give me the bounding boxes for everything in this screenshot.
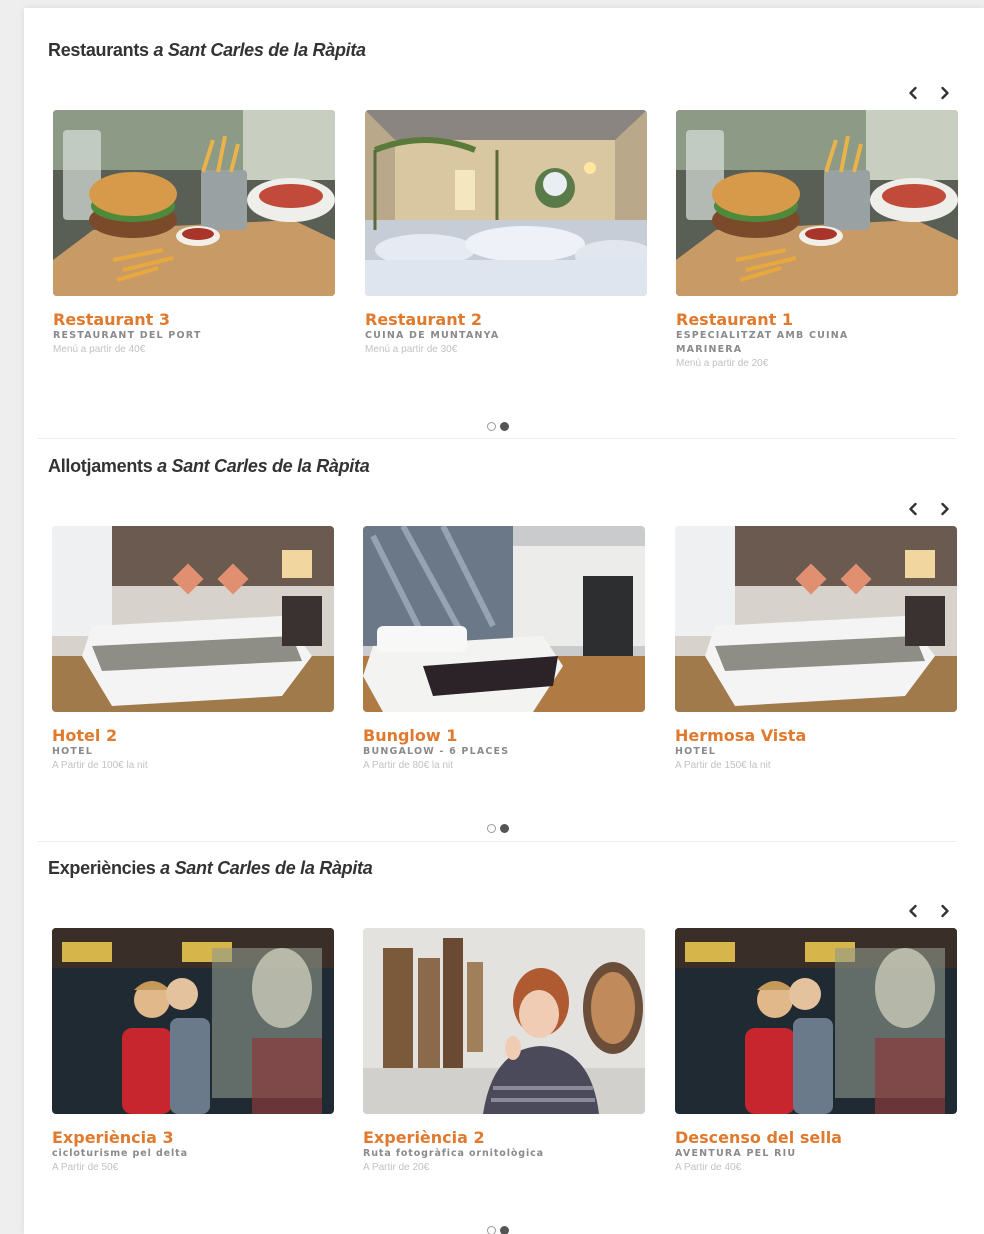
next-button[interactable] xyxy=(936,500,954,518)
carousel-pagination xyxy=(487,422,509,431)
carousel-pagination xyxy=(487,1226,509,1234)
section-title-category: Restaurants xyxy=(48,40,149,60)
restaurant-photo[interactable] xyxy=(53,110,335,296)
section-divider xyxy=(38,438,956,439)
listing-card[interactable]: Restaurant 3 RESTAURANT DEL PORT Menú a … xyxy=(53,110,335,357)
card-type: BUNGALOW - 6 PLACES xyxy=(363,746,510,757)
listings-panel: Restaurants a Sant Carles de la Ràpita R… xyxy=(24,8,984,1234)
pagination-dot-1[interactable] xyxy=(487,422,496,431)
chevron-right-icon xyxy=(941,904,949,918)
card-price: A Partir de 80€ la nit xyxy=(363,760,454,771)
pagination-dot-2[interactable] xyxy=(500,1226,509,1234)
section-title-category: Experiències xyxy=(48,858,156,878)
card-title[interactable]: Restaurant 2 xyxy=(365,310,647,329)
experience-photo[interactable] xyxy=(363,928,645,1114)
next-button[interactable] xyxy=(936,84,954,102)
pagination-dot-2[interactable] xyxy=(500,824,509,833)
chevron-left-icon xyxy=(909,86,917,100)
pagination-dot-1[interactable] xyxy=(487,824,496,833)
card-type: Ruta fotogràfica ornitològica xyxy=(363,1148,544,1159)
card-type: cicloturisme pel delta xyxy=(52,1148,188,1159)
chevron-left-icon xyxy=(909,904,917,918)
listing-card[interactable]: Descenso del sella AVENTURA PEL RIU A Pa… xyxy=(675,928,957,1175)
section-title-location: a Sant Carles de la Ràpita xyxy=(153,40,366,60)
card-price: Menú a partir de 20€ xyxy=(676,358,769,369)
card-title[interactable]: Bunglow 1 xyxy=(363,726,645,745)
section-title: Restaurants a Sant Carles de la Ràpita xyxy=(48,40,366,61)
card-type: HOTEL xyxy=(675,746,717,757)
prev-button[interactable] xyxy=(904,84,922,102)
listing-card[interactable]: Experiència 3 cicloturisme pel delta A P… xyxy=(52,928,334,1175)
listing-card[interactable]: Bunglow 1 BUNGALOW - 6 PLACES A Partir d… xyxy=(363,526,645,773)
card-price: A Partir de 50€ xyxy=(52,1162,119,1173)
listing-card[interactable]: Experiència 2 Ruta fotogràfica ornitològ… xyxy=(363,928,645,1175)
card-price: A Partir de 100€ la nit xyxy=(52,760,148,771)
hotel-photo[interactable] xyxy=(675,526,957,712)
card-title[interactable]: Experiència 3 xyxy=(52,1128,334,1147)
section-title: Allotjaments a Sant Carles de la Ràpita xyxy=(48,456,370,477)
chevron-right-icon xyxy=(941,86,949,100)
bungalow-photo[interactable] xyxy=(363,526,645,712)
card-title[interactable]: Hotel 2 xyxy=(52,726,334,745)
section-divider xyxy=(38,841,956,842)
section-title-location: a Sant Carles de la Ràpita xyxy=(160,858,373,878)
hotel-photo[interactable] xyxy=(52,526,334,712)
section-title-category: Allotjaments xyxy=(48,456,153,476)
carousel-arrows xyxy=(904,500,954,518)
pagination-dot-2[interactable] xyxy=(500,422,509,431)
card-title[interactable]: Experiència 2 xyxy=(363,1128,645,1147)
next-button[interactable] xyxy=(936,902,954,920)
listing-card[interactable]: Hotel 2 HOTEL A Partir de 100€ la nit xyxy=(52,526,334,773)
pagination-dot-1[interactable] xyxy=(487,1226,496,1234)
card-type: HOTEL xyxy=(52,746,94,757)
carousel-arrows xyxy=(904,902,954,920)
prev-button[interactable] xyxy=(904,500,922,518)
card-type: RESTAURANT DEL PORT xyxy=(53,330,202,341)
prev-button[interactable] xyxy=(904,902,922,920)
experience-photo[interactable] xyxy=(675,928,957,1114)
section-title: Experiències a Sant Carles de la Ràpita xyxy=(48,858,373,879)
card-price: Menú a partir de 30€ xyxy=(365,344,458,355)
experience-photo[interactable] xyxy=(52,928,334,1114)
chevron-left-icon xyxy=(909,502,917,516)
card-price: A Partir de 150€ la nit xyxy=(675,760,771,771)
card-type: CUINA DE MUNTANYA xyxy=(365,330,500,341)
card-price: Menú a partir de 40€ xyxy=(53,344,146,355)
listing-card[interactable]: Restaurant 1 ESPECIALITZAT AMB CUINA MAR… xyxy=(676,110,958,371)
card-type: AVENTURA PEL RIU xyxy=(675,1148,797,1159)
chevron-right-icon xyxy=(941,502,949,516)
restaurant-photo[interactable] xyxy=(365,110,647,296)
card-title[interactable]: Restaurant 3 xyxy=(53,310,335,329)
card-title[interactable]: Hermosa Vista xyxy=(675,726,957,745)
carousel-arrows xyxy=(904,84,954,102)
listing-card[interactable]: Hermosa Vista HOTEL A Partir de 150€ la … xyxy=(675,526,957,773)
card-type: ESPECIALITZAT AMB CUINA MARINERA xyxy=(676,330,849,355)
listing-card[interactable]: Restaurant 2 CUINA DE MUNTANYA Menú a pa… xyxy=(365,110,647,357)
carousel-pagination xyxy=(487,824,509,833)
section-title-location: a Sant Carles de la Ràpita xyxy=(157,456,370,476)
card-price: A Partir de 20€ xyxy=(363,1162,430,1173)
card-title[interactable]: Restaurant 1 xyxy=(676,310,958,329)
card-price: A Partir de 40€ xyxy=(675,1162,742,1173)
restaurant-photo[interactable] xyxy=(676,110,958,296)
card-title[interactable]: Descenso del sella xyxy=(675,1128,957,1147)
